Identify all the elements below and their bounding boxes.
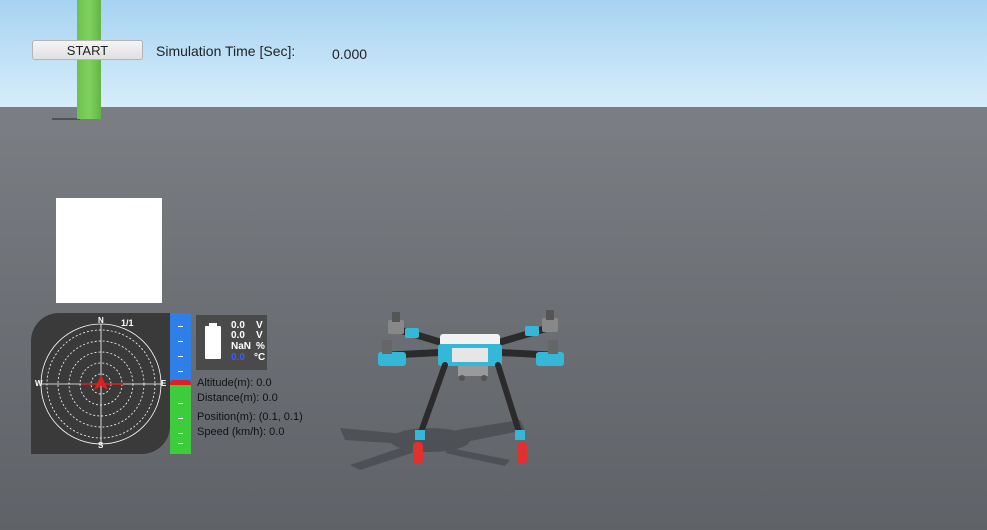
compass-south-label: S bbox=[98, 441, 104, 450]
altitude-tick bbox=[178, 418, 183, 419]
altitude-gauge bbox=[170, 313, 191, 454]
altitude-tick bbox=[178, 443, 183, 444]
temperature-unit: °C bbox=[254, 352, 266, 363]
sky bbox=[0, 0, 987, 107]
altitude-tick bbox=[178, 326, 183, 327]
landing-gear-sleeve-left bbox=[415, 430, 425, 440]
distance-readout: Distance(m): 0.0 bbox=[197, 392, 278, 404]
altitude-tick bbox=[178, 356, 183, 357]
simulation-time-value: 0.000 bbox=[332, 46, 368, 62]
battery-percent-unit: % bbox=[256, 341, 265, 352]
quadcopter-drone bbox=[340, 310, 564, 470]
battery-panel: 0.0 V 0.0 V NaN % 0.0 °C bbox=[196, 315, 267, 370]
altitude-tick bbox=[178, 433, 183, 434]
voltage2-unit: V bbox=[256, 330, 263, 341]
altitude-tick bbox=[178, 341, 183, 342]
camera-view-panel bbox=[56, 198, 162, 303]
drone-shadow bbox=[340, 420, 525, 470]
compass-west-label: W bbox=[35, 379, 43, 388]
battery-percent-value: NaN bbox=[231, 341, 252, 352]
compass-north-label: N bbox=[98, 316, 104, 325]
radar-grid bbox=[40, 323, 162, 445]
voltage2-value: 0.0 bbox=[231, 330, 245, 341]
battery-icon bbox=[205, 326, 221, 359]
position-readout: Position(m): (0.1, 0.1) bbox=[197, 411, 303, 423]
compass-radar: N 1/1 S W E bbox=[31, 313, 170, 454]
drone-body bbox=[438, 334, 502, 381]
start-button[interactable]: START bbox=[32, 40, 143, 60]
temperature-value: 0.0 bbox=[231, 352, 245, 363]
altitude-tick bbox=[178, 371, 183, 372]
altitude-upper-band bbox=[170, 313, 191, 383]
altitude-readout: Altitude(m): 0.0 bbox=[197, 377, 272, 389]
compass-east-label: E bbox=[161, 379, 167, 388]
landing-gear-sleeve-right bbox=[515, 430, 525, 440]
landing-tip-left bbox=[413, 442, 423, 464]
pillar-shadow bbox=[52, 118, 80, 120]
speed-readout: Speed (km/h): 0.0 bbox=[197, 426, 285, 438]
altitude-tick bbox=[178, 403, 183, 404]
compass-scale-label: 1/1 bbox=[121, 318, 134, 328]
landing-tip-right bbox=[517, 442, 527, 464]
simulation-time-label: Simulation Time [Sec]: bbox=[156, 43, 296, 59]
altitude-marker bbox=[170, 380, 191, 385]
